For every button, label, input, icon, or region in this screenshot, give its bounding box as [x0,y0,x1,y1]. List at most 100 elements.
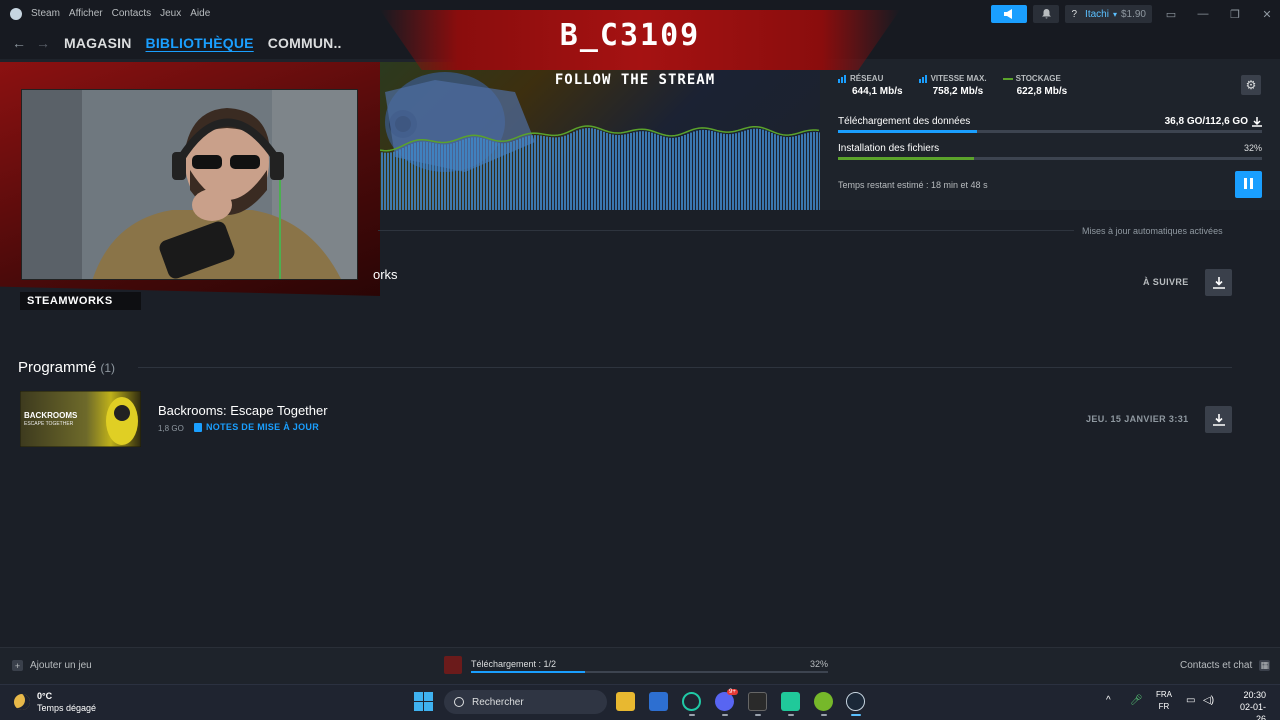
add-game-button[interactable]: + Ajouter un jeu [12,660,92,671]
forward-arrow-icon[interactable]: → [36,35,50,51]
graph-bar [780,136,782,210]
graph-bar [819,132,820,210]
user-account-button[interactable]: ? Itachi ▾ $1.90 [1065,5,1152,23]
graph-bar [645,131,647,210]
app-icon[interactable] [781,692,800,711]
graph-bar [597,129,599,210]
graph-bar [696,130,698,210]
chat-icon: ▦ [1259,660,1271,671]
graph-bar [762,129,764,210]
close-icon[interactable]: ✕ [1254,8,1280,21]
steam-logo-icon[interactable] [10,7,22,20]
graph-bar [579,129,581,210]
game-name[interactable]: Backrooms: Escape Together [158,403,328,418]
menu-afficher[interactable]: Afficher [69,8,103,19]
graph-bar [813,131,815,210]
graph-bar [402,148,404,210]
graph-bar [588,128,590,210]
friends-chat-button[interactable]: Contacts et chat ▦ [1180,660,1271,671]
tab-library[interactable]: BIBLIOTHÈQUE [146,35,254,51]
graph-bar [468,137,470,210]
graph-bar [522,137,524,210]
monitor-icon[interactable]: ▭ [1186,695,1195,706]
file-install-percent: 32% [1243,143,1262,153]
graph-bar [444,144,446,210]
weather-desc: Temps dégagé [37,703,97,713]
windows-start-icon[interactable] [414,692,433,711]
browser-icon[interactable] [682,692,701,711]
file-explorer-icon[interactable] [616,692,635,711]
language-indicator[interactable]: FRA FR [1155,689,1173,713]
download-percent: 32% [810,659,829,669]
pause-button[interactable] [1235,171,1262,198]
graph-bar [552,137,554,210]
graph-bar [456,141,458,210]
download-settings-button[interactable]: ⚙ [1241,75,1261,95]
bottom-bar [0,647,1280,684]
steam-taskbar-icon[interactable] [846,692,865,711]
scheduled-download-button[interactable] [1205,406,1232,433]
graph-bar [657,134,659,210]
graph-bar [447,144,449,210]
graph-bar [450,143,452,210]
thumb-subtitle: ESCAPE TOGETHER [24,421,74,427]
wallet-balance: $1.90 [1120,8,1146,20]
notifications-button[interactable] [1033,5,1060,23]
announcements-button[interactable] [991,5,1028,23]
menu-aide[interactable]: Aide [190,8,210,19]
graph-bar [804,133,806,210]
download-game-thumb[interactable] [444,656,462,674]
help-icon[interactable]: ? [1071,9,1077,20]
game-thumbnail[interactable]: BACKROOMS ESCAPE TOGETHER [20,391,141,447]
up-next-game-name[interactable]: orks [373,267,398,282]
up-next-label: À SUIVRE [1143,277,1189,287]
webcam-feed [21,89,358,280]
tab-store[interactable]: MAGASIN [64,35,132,51]
graph-bar [777,135,779,210]
graph-bar [546,136,548,210]
scheduled-count: (1) [100,361,116,375]
weather-widget[interactable]: 0°C Temps dégagé [14,690,96,714]
graph-bar [420,141,422,210]
graph-bar [723,133,725,210]
minimize-icon[interactable]: — [1190,8,1216,20]
graph-bar [498,143,500,210]
graph-bar [504,143,506,210]
download-status[interactable]: Téléchargement : 1/2 [471,659,556,669]
graph-bar [570,133,572,210]
taskbar-search[interactable]: Rechercher [444,690,607,714]
steamworks-thumb[interactable]: STEAMWORKS [20,292,141,310]
tray-chevron-up-icon[interactable]: ^ [1106,695,1111,706]
up-next-download-button[interactable] [1205,269,1232,296]
document-icon [194,422,202,432]
graph-bar [486,139,488,210]
graph-bar [519,138,521,210]
graph-bar [768,131,770,210]
menu-jeux[interactable]: Jeux [160,8,181,19]
graph-bar [471,137,473,210]
menu-contacts[interactable]: Contacts [112,8,151,19]
big-picture-icon[interactable]: ▭ [1158,8,1184,21]
graph-bar [699,130,701,210]
graph-bar [387,152,389,210]
graph-bar [558,137,560,210]
graph-bar [609,133,611,210]
graph-bar [591,128,593,210]
graph-bar [507,142,509,210]
graph-bar [540,135,542,210]
ms-store-icon[interactable] [649,692,668,711]
back-arrow-icon[interactable]: ← [12,35,26,51]
speaker-icon[interactable]: ◁) [1203,695,1214,706]
system-clock[interactable]: 20:30 02-01-26 [1232,689,1266,720]
graph-bar [453,142,455,210]
lang-code: FRA [1156,690,1172,699]
utorrent-icon[interactable] [814,692,833,711]
graph-bar [702,129,704,210]
microphone-icon[interactable]: 🎤︎ [1130,695,1143,706]
patch-notes-link[interactable]: NOTES DE MISE À JOUR [194,422,319,432]
graph-bar [621,134,623,210]
epic-games-icon[interactable] [748,692,767,711]
maximize-icon[interactable]: ❐ [1222,8,1248,21]
tab-community[interactable]: COMMUN.. [268,35,342,51]
menu-steam[interactable]: Steam [31,8,60,19]
